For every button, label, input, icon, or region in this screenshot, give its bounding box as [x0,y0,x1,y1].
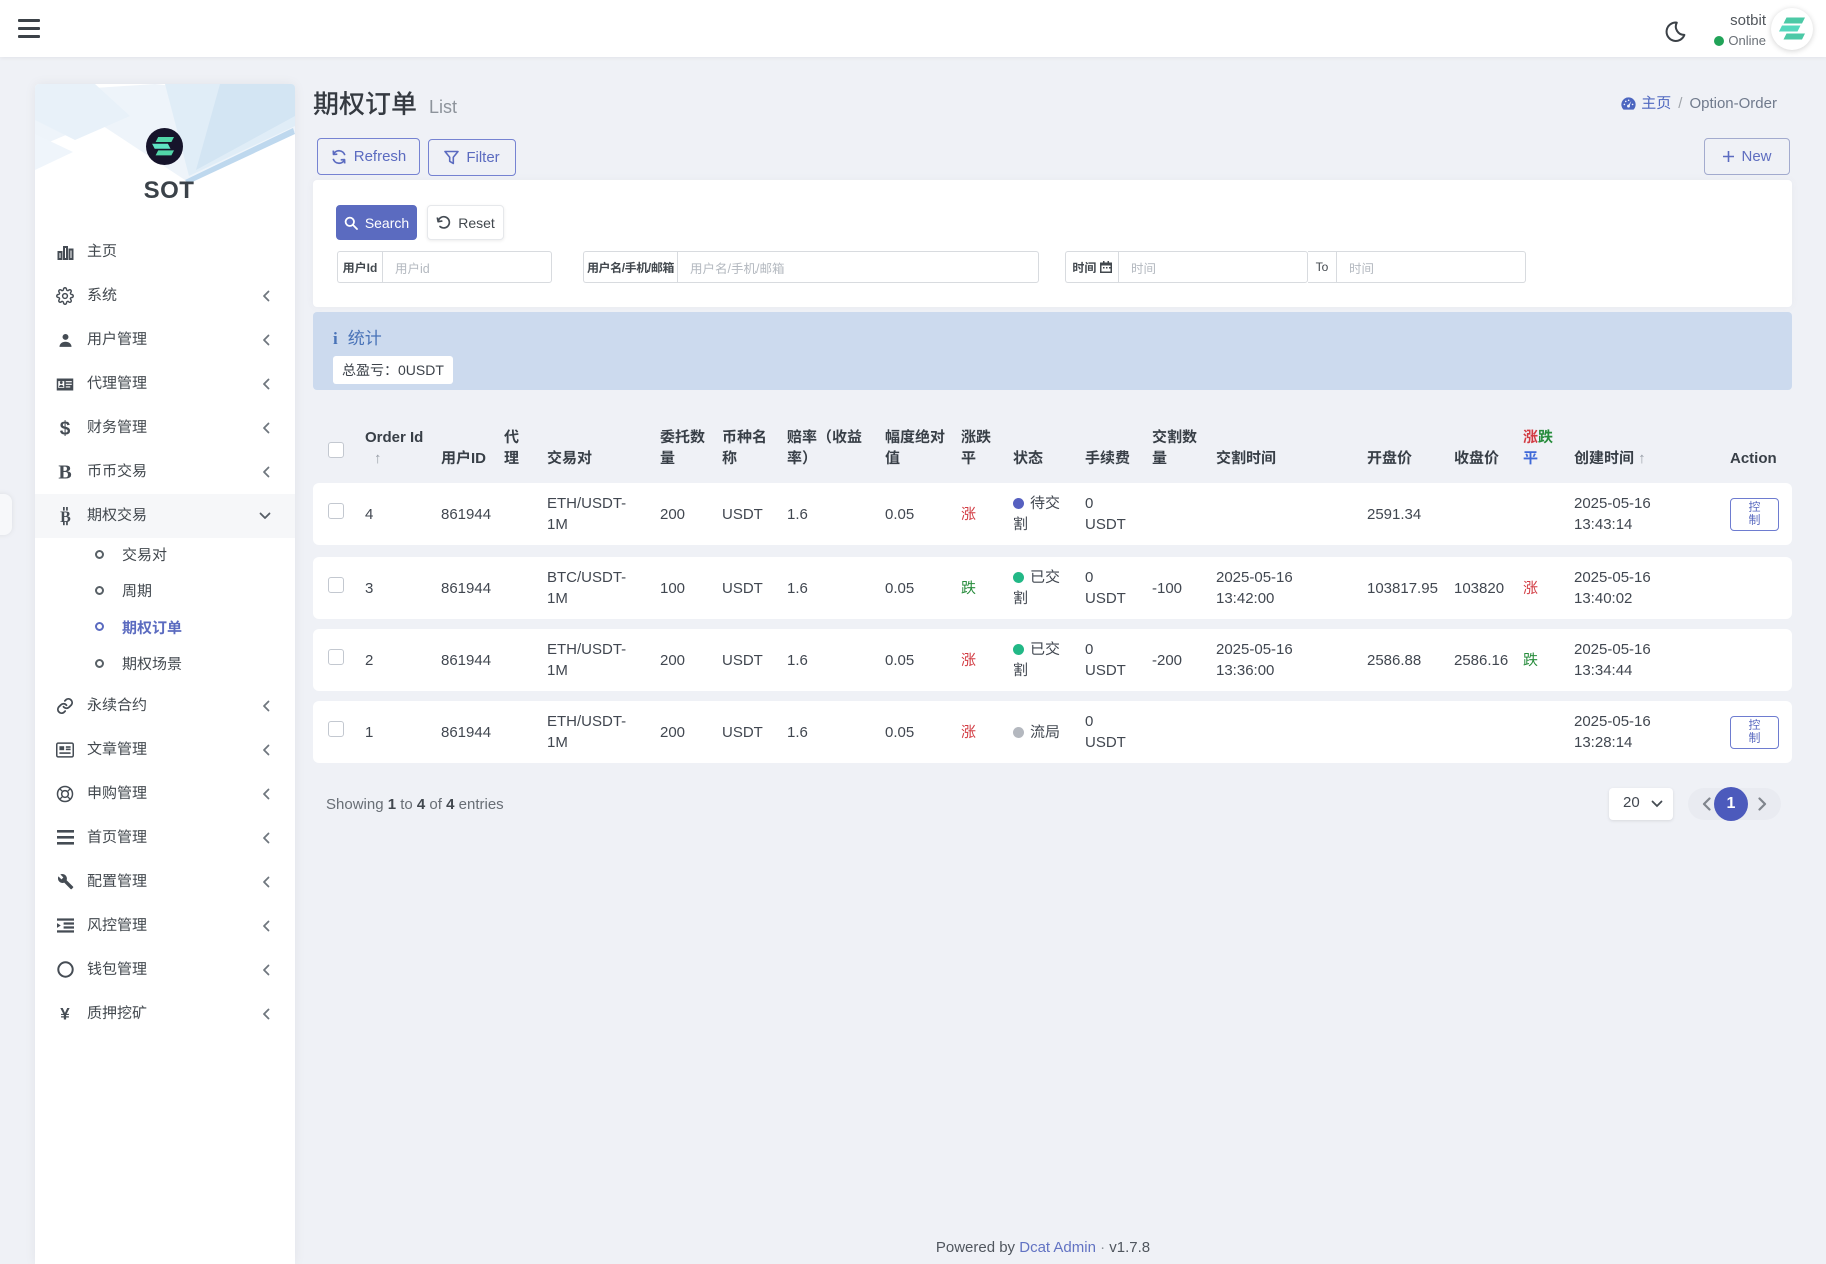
svg-text:B: B [58,463,71,482]
svg-text:¥: ¥ [60,1005,70,1023]
svg-text:$: $ [60,419,71,438]
svg-text:B: B [60,509,71,526]
